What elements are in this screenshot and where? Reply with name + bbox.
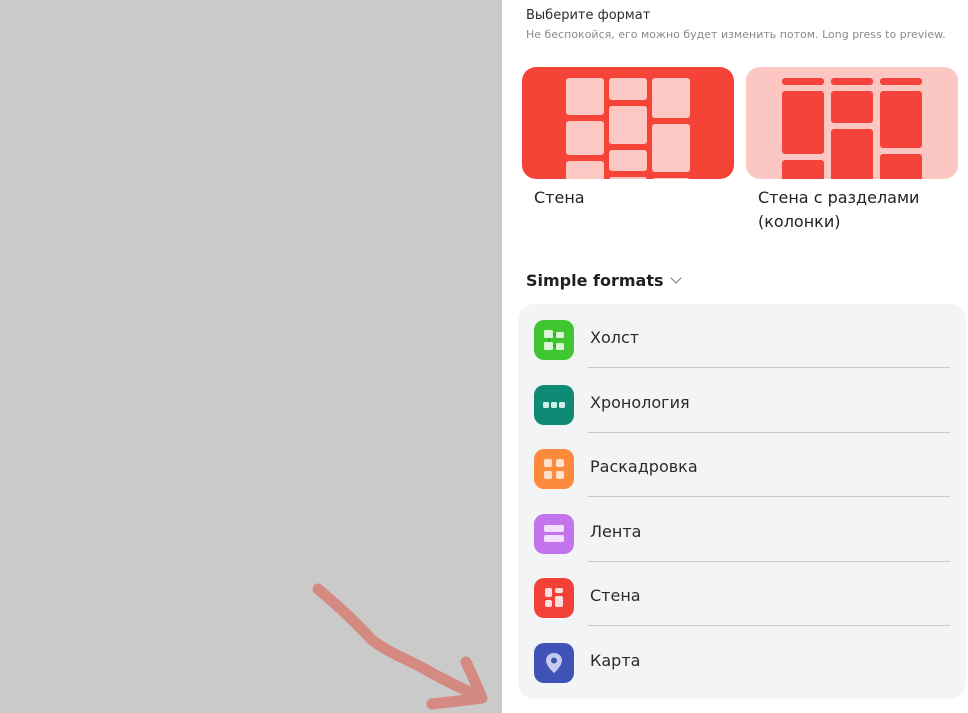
format-item-storyboard[interactable]: Раскадровка	[518, 433, 966, 497]
grid-icon	[534, 449, 574, 489]
preview-tile	[566, 161, 604, 179]
simple-formats-list: Холст Хронология Раскадровка Лента Стена…	[518, 304, 966, 699]
format-item-canvas[interactable]: Холст	[518, 304, 966, 368]
divider	[588, 367, 950, 368]
preview-tile	[782, 160, 824, 179]
divider	[588, 625, 950, 626]
canvas-icon	[534, 320, 574, 360]
preview-tile	[652, 178, 690, 179]
preview-tile	[782, 91, 824, 154]
preview-tile	[609, 78, 647, 100]
preview-tile	[652, 78, 690, 118]
column-header	[831, 78, 873, 85]
panel-title: Выберите формат	[526, 8, 651, 23]
wall-format-label: Стена	[534, 188, 585, 207]
map-pin-icon	[534, 643, 574, 683]
format-item-label: Стена	[590, 586, 641, 605]
format-item-label: Лента	[590, 522, 642, 541]
stream-icon	[534, 514, 574, 554]
format-item-label: Холст	[590, 328, 640, 347]
column-header	[880, 78, 922, 85]
format-item-wall[interactable]: Стена	[518, 562, 966, 626]
modal-backdrop[interactable]	[0, 0, 502, 713]
preview-tile	[609, 106, 647, 144]
format-item-map[interactable]: Карта	[518, 627, 966, 691]
chevron-down-icon	[669, 272, 682, 284]
simple-formats-label: Simple formats	[526, 271, 664, 290]
preview-tile	[831, 129, 873, 179]
preview-tile	[609, 177, 647, 179]
preview-tile	[880, 91, 922, 148]
columns-format-label: Стена с разделами (колонки)	[758, 188, 920, 231]
wall-format-card[interactable]	[522, 67, 734, 179]
timeline-icon	[534, 385, 574, 425]
format-item-stream[interactable]: Лента	[518, 498, 966, 562]
preview-tile	[831, 91, 873, 123]
format-item-label: Карта	[590, 651, 641, 670]
wall-icon	[534, 578, 574, 618]
format-picker-panel: Выберите формат Не беспокойся, его можно…	[502, 0, 968, 713]
format-item-label: Хронология	[590, 393, 690, 412]
format-item-label: Раскадровка	[590, 457, 698, 476]
column-header	[782, 78, 824, 85]
format-item-timeline[interactable]: Хронология	[518, 369, 966, 433]
preview-tile	[566, 121, 604, 155]
preview-tile	[652, 124, 690, 172]
simple-formats-toggle[interactable]: Simple formats	[526, 271, 682, 290]
preview-tile	[566, 78, 604, 115]
panel-subtitle: Не беспокойся, его можно будет изменить …	[526, 28, 946, 41]
divider	[588, 496, 950, 497]
preview-tile	[880, 154, 922, 179]
preview-tile	[609, 150, 647, 171]
columns-format-card[interactable]	[746, 67, 958, 179]
